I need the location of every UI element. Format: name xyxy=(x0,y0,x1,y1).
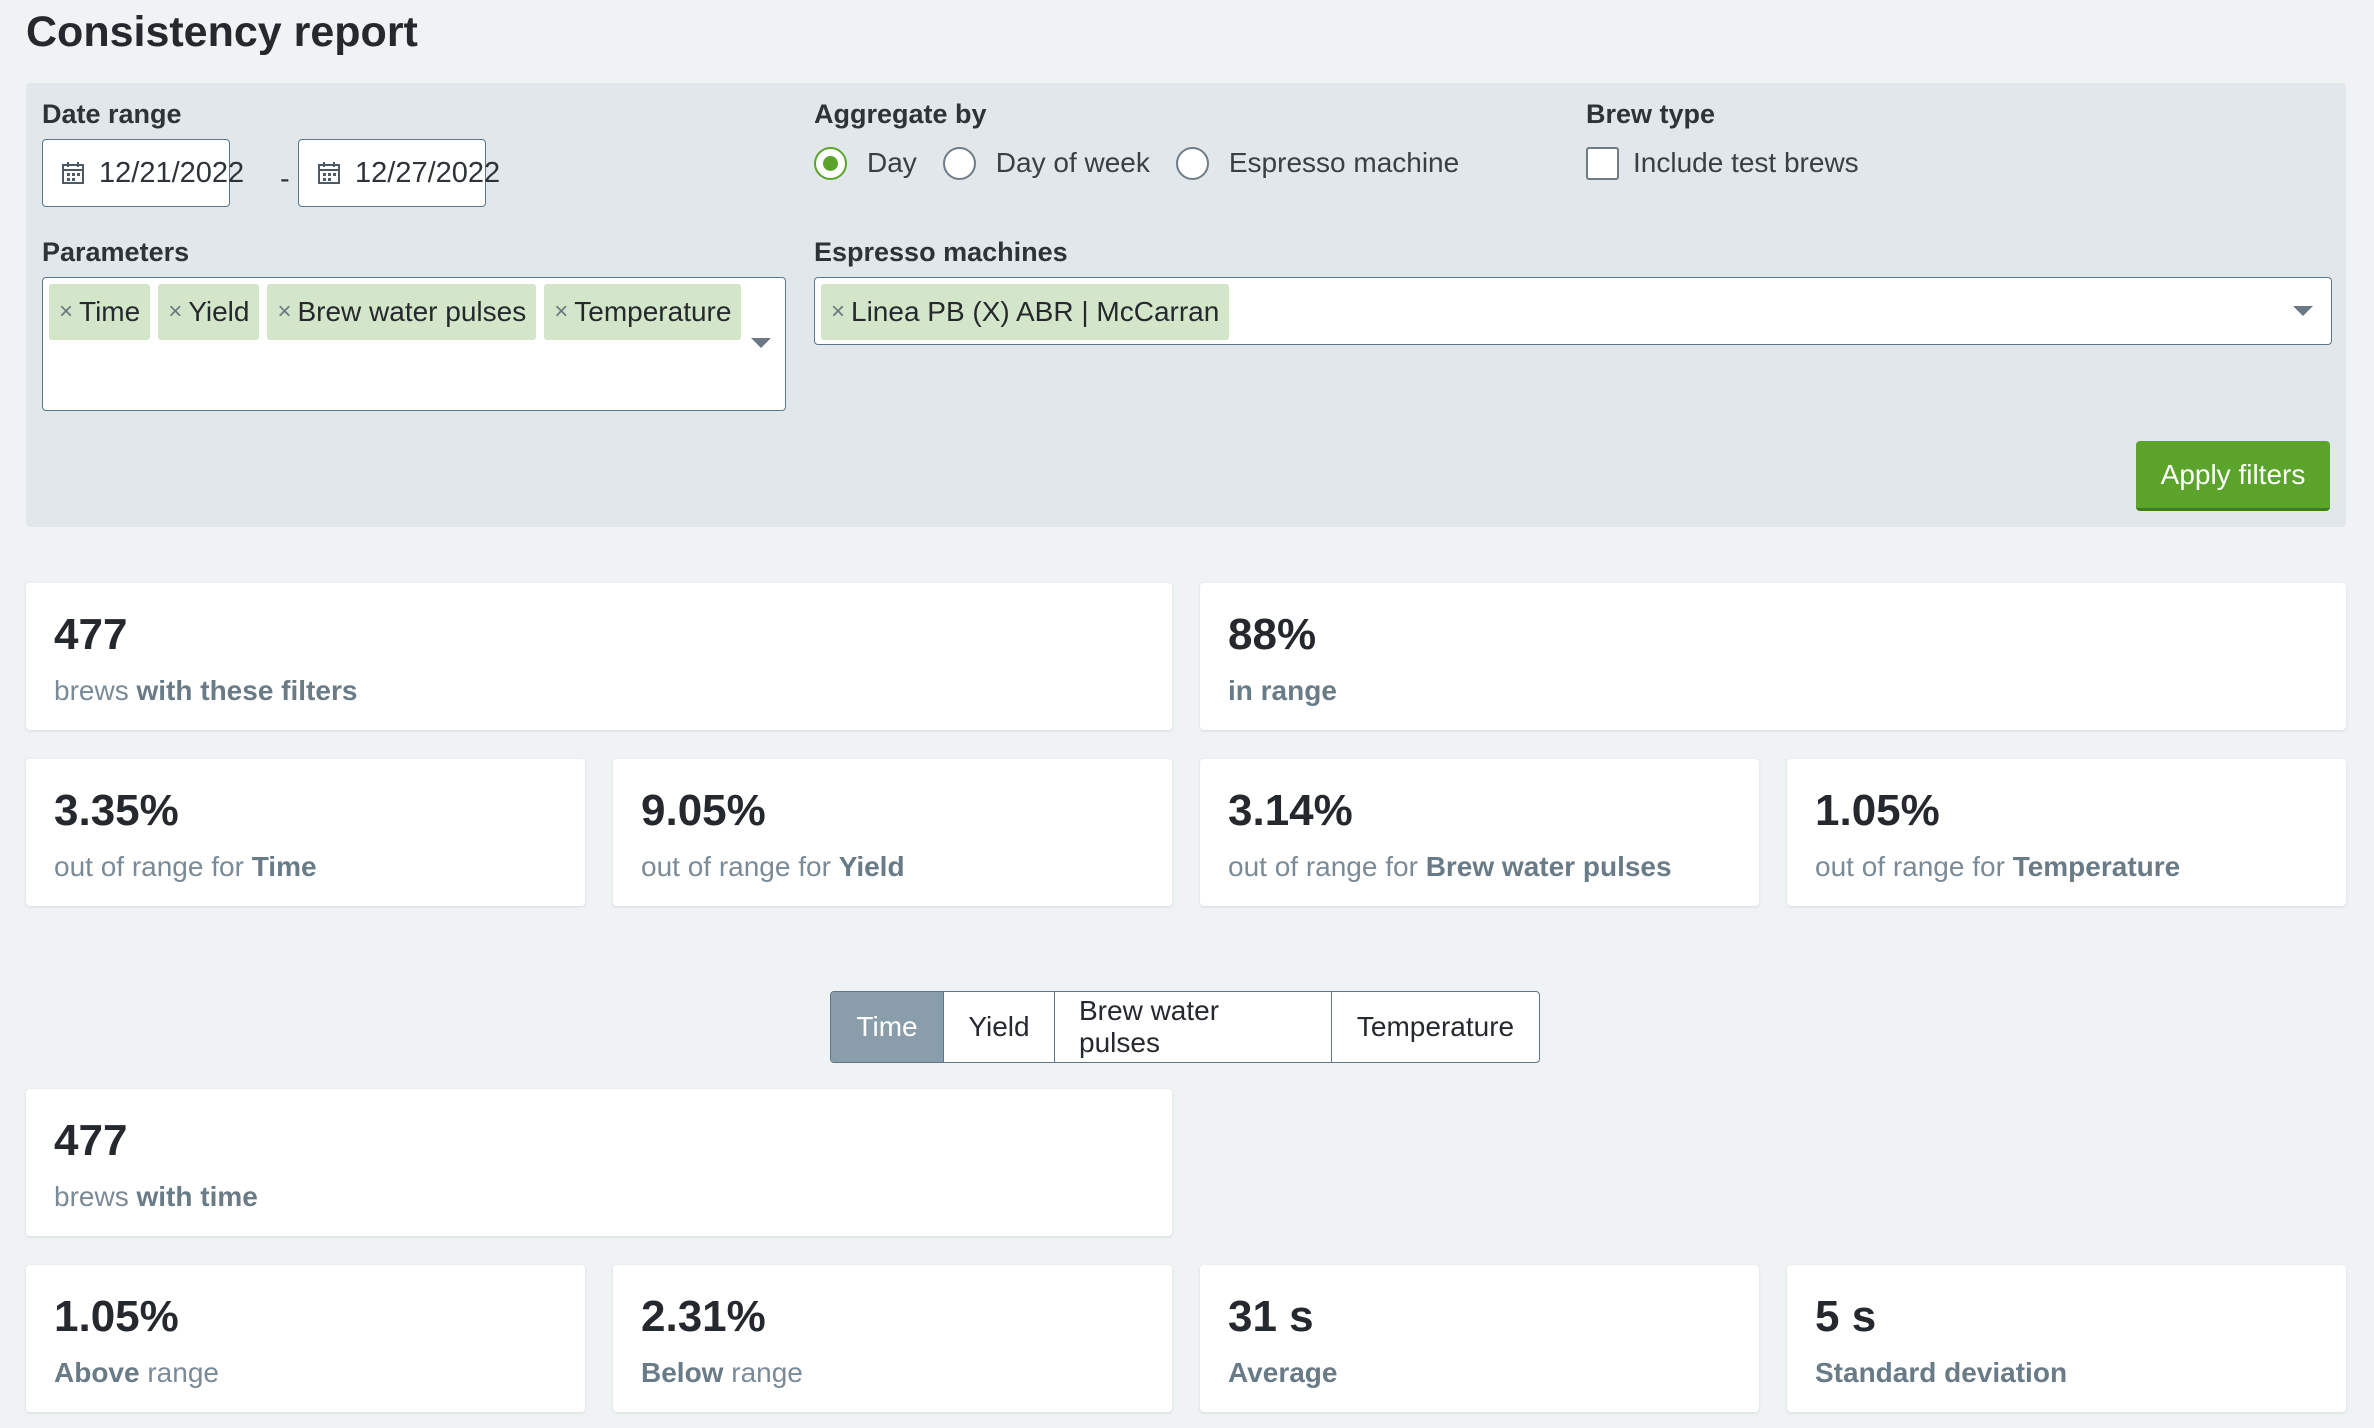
above-range-value: 1.05% xyxy=(54,1292,179,1341)
calendar-icon xyxy=(317,161,341,185)
remove-icon[interactable]: × xyxy=(59,298,73,326)
remove-icon[interactable]: × xyxy=(554,298,568,326)
tab-brew-water-pulses[interactable]: Brew water pulses xyxy=(1055,992,1332,1062)
out-of-range-card: 3.14% out of range for Brew water pulses xyxy=(1200,759,1759,906)
out-of-range-value: 3.14% xyxy=(1228,786,1353,835)
include-test-brews-option[interactable]: Include test brews xyxy=(1586,139,1859,187)
tag-label: Brew water pulses xyxy=(297,296,527,327)
below-range-label: Below range xyxy=(641,1357,803,1389)
parameter-tag: × Time xyxy=(49,284,151,340)
aggregate-day-of-week-option[interactable]: Day of week xyxy=(942,146,1150,180)
std-dev-card: 5 s Standard deviation xyxy=(1787,1265,2346,1412)
brews-count-value: 477 xyxy=(54,610,128,659)
tag-label: Yield xyxy=(188,296,250,327)
include-test-brews-checkbox[interactable] xyxy=(1586,146,1619,180)
end-date-input[interactable]: 12/27/2022 xyxy=(298,139,500,207)
aggregate-espresso-machine-option[interactable]: Espresso machine xyxy=(1175,146,1460,180)
std-dev-label: Standard deviation xyxy=(1815,1357,2068,1389)
out-of-range-card: 1.05% out of range for Temperature xyxy=(1787,759,2346,906)
out-of-range-value: 1.05% xyxy=(1815,786,1940,835)
brews-count-label: brews with these filters xyxy=(54,675,358,707)
parameter-tag: × Yield xyxy=(158,284,260,340)
out-of-range-label: out of range for Temperature xyxy=(1815,851,2181,883)
chevron-down-icon[interactable] xyxy=(751,338,771,348)
in-range-label: in range xyxy=(1228,675,1337,707)
brews-count-card: 477 brews with these filters xyxy=(26,583,1172,730)
out-of-range-card: 3.35% out of range for Time xyxy=(26,759,585,906)
below-range-value: 2.31% xyxy=(641,1292,766,1341)
average-value: 31 s xyxy=(1228,1292,1314,1341)
average-label: Average xyxy=(1228,1357,1338,1389)
aggregate-day-of-week-label: Day of week xyxy=(995,147,1150,178)
brews-with-time-label: brews with time xyxy=(54,1181,258,1213)
tab-temperature[interactable]: Temperature xyxy=(1332,992,1539,1062)
machine-tag: × Linea PB (X) ABR | McCarran xyxy=(821,284,1230,340)
out-of-range-label: out of range for Brew water pulses xyxy=(1228,851,1672,883)
date-range-label: Date range xyxy=(42,99,182,129)
espresso-machines-select[interactable]: × Linea PB (X) ABR | McCarran xyxy=(814,277,2332,345)
brew-type-label: Brew type xyxy=(1586,99,1716,129)
in-range-value: 88% xyxy=(1228,610,1317,659)
parameters-select[interactable]: × Time × Yield × Brew water pulses × Tempera… xyxy=(42,277,786,411)
start-date-input[interactable]: 12/21/2022 xyxy=(42,139,244,207)
brews-with-time-card: 477 brews with time xyxy=(26,1089,1172,1236)
chevron-down-icon[interactable] xyxy=(2293,306,2313,316)
aggregate-by-label: Aggregate by xyxy=(814,99,987,129)
end-date-value: 12/27/2022 xyxy=(355,156,501,189)
remove-icon[interactable]: × xyxy=(831,298,845,326)
aggregate-espresso-machine-label: Espresso machine xyxy=(1228,147,1460,178)
include-test-brews-label: Include test brews xyxy=(1633,147,1859,178)
parameter-tabs: Time Yield Brew water pulses Temperature xyxy=(830,991,1540,1063)
espresso-machines-label: Espresso machines xyxy=(814,237,1068,267)
tag-label: Linea PB (X) ABR | McCarran xyxy=(851,296,1220,327)
in-range-card: 88% in range xyxy=(1200,583,2346,730)
out-of-range-card: 9.05% out of range for Yield xyxy=(613,759,1172,906)
tab-time[interactable]: Time xyxy=(831,992,944,1062)
parameters-label: Parameters xyxy=(42,237,190,267)
out-of-range-label: out of range for Time xyxy=(54,851,317,883)
tab-yield[interactable]: Yield xyxy=(944,992,1055,1062)
tag-label: Time xyxy=(79,296,141,327)
start-date-value: 12/21/2022 xyxy=(99,156,245,189)
above-range-label: Above range xyxy=(54,1357,219,1389)
date-separator: - xyxy=(280,163,290,195)
out-of-range-value: 9.05% xyxy=(641,786,766,835)
out-of-range-label: out of range for Yield xyxy=(641,851,905,883)
aggregate-day-label: Day xyxy=(867,147,917,178)
out-of-range-value: 3.35% xyxy=(54,786,179,835)
below-range-card: 2.31% Below range xyxy=(613,1265,1172,1412)
parameter-tag: × Temperature xyxy=(544,284,742,340)
brews-with-time-value: 477 xyxy=(54,1116,128,1165)
calendar-icon xyxy=(61,161,85,185)
filters-panel: Date range 12/21/2022 - 12/27/2022 Aggre… xyxy=(26,83,2346,527)
radio-espresso-machine[interactable] xyxy=(1175,146,1209,180)
tag-label: Temperature xyxy=(574,296,732,327)
parameter-tag: × Brew water pulses xyxy=(267,284,537,340)
apply-filters-button[interactable]: Apply filters xyxy=(2136,441,2330,511)
aggregate-by-options: Day Day of week Espresso machine xyxy=(814,139,1485,187)
average-card: 31 s Average xyxy=(1200,1265,1759,1412)
radio-day-of-week[interactable] xyxy=(942,146,976,180)
radio-day[interactable] xyxy=(814,146,847,180)
remove-icon[interactable]: × xyxy=(277,298,291,326)
above-range-card: 1.05% Above range xyxy=(26,1265,585,1412)
std-dev-value: 5 s xyxy=(1815,1292,1877,1341)
page-title: Consistency report xyxy=(26,8,418,56)
remove-icon[interactable]: × xyxy=(168,298,182,326)
aggregate-day-option[interactable]: Day xyxy=(814,146,917,180)
